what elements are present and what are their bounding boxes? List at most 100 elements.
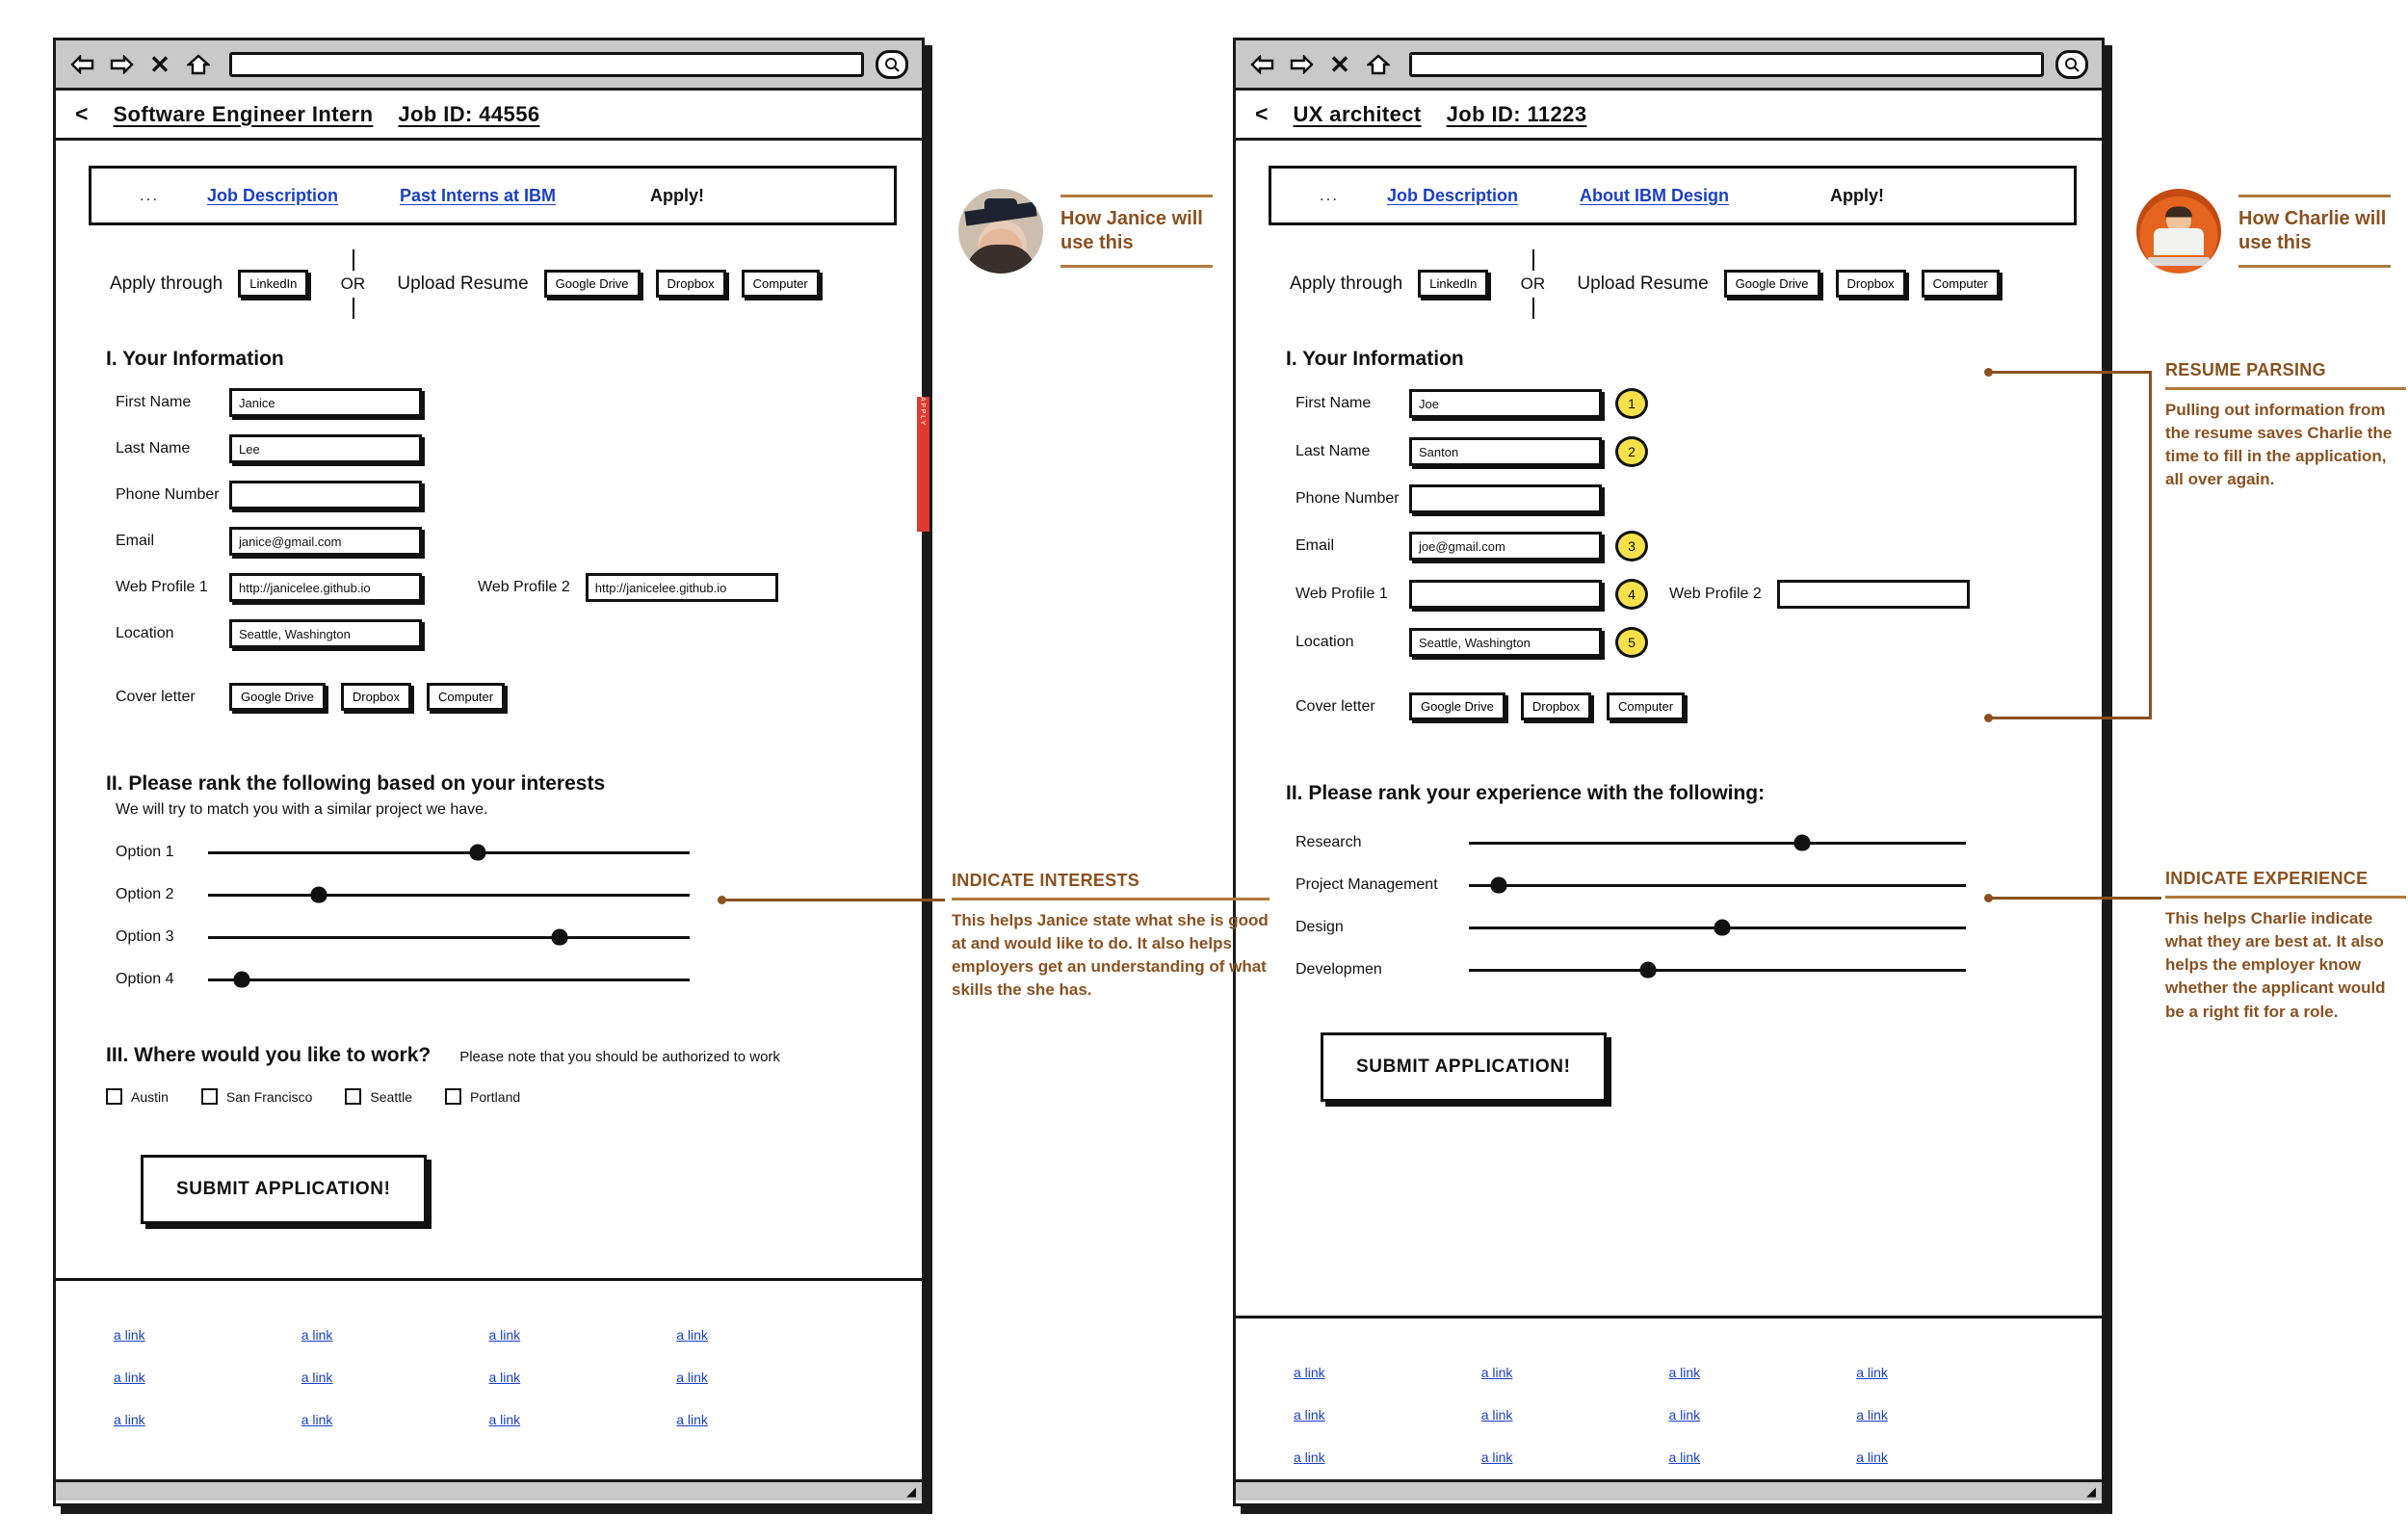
nav-overflow-dots[interactable]: ...	[92, 186, 207, 205]
search-zoom-icon[interactable]	[2055, 49, 2088, 79]
email-input[interactable]: janice@gmail.com	[229, 527, 422, 556]
upload-google-drive-button[interactable]: Google Drive	[543, 270, 641, 298]
footer-link[interactable]: a link	[1481, 1449, 1513, 1465]
footer-link[interactable]: a link	[1669, 1365, 1701, 1380]
web-profile-1-input[interactable]: http://janicelee.github.io	[229, 573, 422, 602]
footer-link[interactable]: a link	[489, 1327, 521, 1343]
slider-knob-development[interactable]	[1639, 961, 1657, 979]
nav-apply-label[interactable]: Apply!	[650, 186, 704, 205]
footer-link[interactable]: a link	[489, 1370, 521, 1385]
home-icon[interactable]	[185, 51, 212, 78]
cover-letter-computer-button[interactable]: Computer	[1607, 692, 1686, 720]
upload-dropbox-button[interactable]: Dropbox	[655, 270, 726, 298]
footer-link[interactable]: a link	[1856, 1449, 1888, 1465]
close-icon[interactable]: ✕	[146, 51, 173, 78]
checkbox-austin[interactable]	[106, 1088, 122, 1105]
nav-overflow-dots[interactable]: ...	[1271, 186, 1387, 205]
slider-knob-option-1[interactable]	[469, 844, 486, 861]
upload-computer-button[interactable]: Computer	[1921, 270, 2000, 298]
slider-knob-option-3[interactable]	[551, 928, 568, 946]
last-name-input[interactable]: Lee	[229, 434, 422, 463]
back-arrow-icon[interactable]	[1249, 51, 1276, 78]
slider-knob-option-2[interactable]	[310, 886, 327, 903]
forward-arrow-icon[interactable]	[1288, 51, 1315, 78]
forward-arrow-icon[interactable]	[108, 51, 135, 78]
footer-link[interactable]: a link	[114, 1412, 145, 1427]
last-name-input[interactable]: Santon	[1409, 437, 1602, 466]
footer-link[interactable]: a link	[1294, 1449, 1325, 1465]
footer-link[interactable]: a link	[114, 1327, 145, 1343]
slider-knob-project-management[interactable]	[1490, 876, 1507, 894]
nav-apply-label[interactable]: Apply!	[1830, 186, 1884, 205]
web-profile-2-input[interactable]: http://janicelee.github.io	[585, 573, 778, 602]
first-name-input[interactable]: Joe	[1409, 389, 1602, 418]
slider-track-option-4[interactable]	[208, 971, 690, 988]
footer-link[interactable]: a link	[1481, 1365, 1513, 1380]
footer-link[interactable]: a link	[114, 1370, 145, 1385]
phone-number-input[interactable]	[229, 481, 422, 509]
nav-link-job-description[interactable]: Job Description	[1387, 186, 1518, 205]
nav-link-about-ibm-design[interactable]: About IBM Design	[1580, 186, 1729, 205]
slider-knob-design[interactable]	[1714, 919, 1731, 936]
slider-track-option-3[interactable]	[208, 928, 690, 946]
checkbox-portland[interactable]	[445, 1088, 461, 1105]
checkbox-san-francisco[interactable]	[200, 1088, 218, 1105]
cover-letter-google-drive-button[interactable]: Google Drive	[229, 683, 326, 711]
footer-link[interactable]: a link	[1669, 1449, 1701, 1465]
left-bottom-scrollbar[interactable]: ◢	[56, 1479, 922, 1501]
resize-grip-icon[interactable]: ◢	[906, 1484, 916, 1500]
phone-number-input[interactable]	[1409, 484, 1602, 513]
footer-link[interactable]: a link	[676, 1412, 708, 1427]
slider-track-design[interactable]	[1469, 919, 1966, 936]
footer-link[interactable]: a link	[1669, 1407, 1701, 1423]
apply-linkedin-button[interactable]: LinkedIn	[1418, 270, 1489, 298]
web-profile-1-input[interactable]	[1409, 580, 1602, 609]
footer-link[interactable]: a link	[301, 1327, 333, 1343]
slider-track-option-1[interactable]	[208, 844, 690, 861]
footer-link[interactable]: a link	[301, 1412, 333, 1427]
slider-track-option-2[interactable]	[208, 886, 690, 903]
home-icon[interactable]	[1365, 51, 1392, 78]
footer-link[interactable]: a link	[1294, 1365, 1325, 1380]
slider-knob-option-4[interactable]	[233, 971, 250, 988]
upload-google-drive-button[interactable]: Google Drive	[1723, 270, 1820, 298]
page-back-chevron[interactable]: <	[1255, 101, 1268, 127]
footer-link[interactable]: a link	[489, 1412, 521, 1427]
upload-dropbox-button[interactable]: Dropbox	[1835, 270, 1906, 298]
slider-track-project-management[interactable]	[1469, 876, 1966, 894]
checkbox-seattle[interactable]	[345, 1088, 362, 1105]
footer-link[interactable]: a link	[676, 1370, 708, 1385]
address-bar[interactable]	[229, 51, 864, 77]
checkbox-item-austin[interactable]: Austin	[106, 1088, 169, 1105]
email-input[interactable]: joe@gmail.com	[1409, 532, 1602, 561]
footer-link[interactable]: a link	[301, 1370, 333, 1385]
submit-application-button[interactable]: SUBMIT APPLICATION!	[141, 1155, 427, 1224]
footer-link[interactable]: a link	[1856, 1407, 1888, 1423]
slider-track-research[interactable]	[1469, 834, 1966, 851]
right-bottom-scrollbar[interactable]: ◢	[1236, 1479, 2102, 1501]
cover-letter-computer-button[interactable]: Computer	[427, 683, 506, 711]
nav-link-past-interns[interactable]: Past Interns at IBM	[400, 186, 556, 205]
footer-link[interactable]: a link	[1481, 1407, 1513, 1423]
checkbox-item-seattle[interactable]: Seattle	[345, 1088, 412, 1105]
footer-link[interactable]: a link	[676, 1327, 708, 1343]
cover-letter-google-drive-button[interactable]: Google Drive	[1409, 692, 1505, 720]
slider-track-development[interactable]	[1469, 961, 1966, 979]
close-icon[interactable]: ✕	[1326, 51, 1353, 78]
checkbox-item-san-francisco[interactable]: San Francisco	[200, 1088, 312, 1105]
page-back-chevron[interactable]: <	[75, 101, 88, 127]
cover-letter-dropbox-button[interactable]: Dropbox	[340, 683, 412, 711]
upload-computer-button[interactable]: Computer	[741, 270, 820, 298]
address-bar[interactable]	[1409, 51, 2044, 77]
nav-link-job-description[interactable]: Job Description	[207, 186, 338, 205]
search-zoom-icon[interactable]	[876, 49, 908, 79]
footer-link[interactable]: a link	[1856, 1365, 1888, 1380]
web-profile-2-input[interactable]	[1776, 580, 1970, 609]
footer-link[interactable]: a link	[1294, 1407, 1325, 1423]
location-input[interactable]: Seattle, Washington	[229, 619, 422, 648]
slider-knob-research[interactable]	[1793, 834, 1811, 851]
first-name-input[interactable]: Janice	[229, 388, 422, 417]
checkbox-item-portland[interactable]: Portland	[445, 1088, 520, 1105]
resize-grip-icon[interactable]: ◢	[2086, 1484, 2096, 1500]
location-input[interactable]: Seattle, Washington	[1409, 628, 1602, 657]
